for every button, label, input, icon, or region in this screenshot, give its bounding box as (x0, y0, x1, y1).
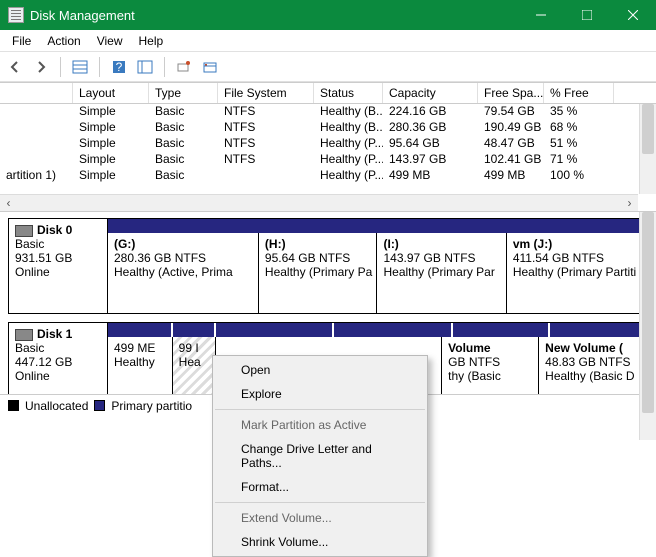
volume-row[interactable]: SimpleBasicNTFSHealthy (B...280.36 GB190… (0, 120, 656, 136)
ctx-change-letter[interactable]: Change Drive Letter and Paths... (213, 437, 427, 475)
context-menu: Open Explore Mark Partition as Active Ch… (212, 355, 428, 557)
volume-list: Layout Type File System Status Capacity … (0, 82, 656, 212)
volume-row[interactable]: SimpleBasicNTFSHealthy (P...95.64 GB48.4… (0, 136, 656, 152)
col-pct[interactable]: % Free (544, 83, 614, 103)
partition[interactable]: 99 IHea (173, 337, 216, 401)
close-button[interactable] (610, 0, 656, 30)
partition[interactable]: (G:)280.36 GB NTFSHealthy (Active, Prima (108, 233, 259, 313)
scroll-left-icon[interactable]: ‹ (0, 195, 17, 212)
legend-label-primary: Primary partitio (111, 399, 192, 413)
app-icon (8, 7, 24, 23)
menubar: File Action View Help (0, 30, 656, 52)
disk-size: 931.51 GB (15, 251, 101, 265)
volume-hscroll[interactable]: ‹ › (0, 194, 638, 211)
volume-row[interactable]: SimpleBasicNTFSHealthy (B...224.16 GB79.… (0, 104, 656, 120)
col-status[interactable]: Status (314, 83, 383, 103)
menu-help[interactable]: Help (131, 32, 172, 50)
ctx-mark-active[interactable]: Mark Partition as Active (213, 413, 427, 437)
disk-state: Online (15, 369, 101, 383)
disk-size: 447.12 GB (15, 355, 101, 369)
menu-action[interactable]: Action (39, 32, 88, 50)
partition[interactable]: VolumeGB NTFSthy (Basic (442, 337, 539, 401)
legend-swatch-primary (94, 400, 105, 411)
partition[interactable]: (H:)95.64 GB NTFSHealthy (Primary Pa (259, 233, 378, 313)
properties-icon[interactable] (199, 56, 221, 78)
menu-file[interactable]: File (4, 32, 39, 50)
col-capacity[interactable]: Capacity (383, 83, 478, 103)
col-filesystem[interactable]: File System (218, 83, 314, 103)
volume-row[interactable]: SimpleBasicNTFSHealthy (P...143.97 GB102… (0, 152, 656, 168)
disk-row-0: Disk 0 Basic 931.51 GB Online (G:)280.36… (8, 218, 648, 314)
ctx-format[interactable]: Format... (213, 475, 427, 499)
disk-type: Basic (15, 237, 101, 251)
diskpane-vscroll[interactable] (639, 212, 656, 440)
ctx-open[interactable]: Open (213, 358, 427, 382)
settings-icon[interactable] (173, 56, 195, 78)
disk-info-1[interactable]: Disk 1 Basic 447.12 GB Online (8, 322, 108, 402)
legend-label-unallocated: Unallocated (25, 399, 88, 413)
list-view-icon[interactable] (134, 56, 156, 78)
titlebar[interactable]: Disk Management (0, 0, 656, 30)
table-view-icon[interactable] (69, 56, 91, 78)
volume-row[interactable]: artition 1)SimpleBasicHealthy (P...499 M… (0, 168, 656, 184)
col-volume[interactable] (0, 83, 73, 103)
scroll-right-icon[interactable]: › (621, 195, 638, 212)
window-title: Disk Management (30, 8, 518, 23)
col-layout[interactable]: Layout (73, 83, 149, 103)
disk-title: Disk 1 (37, 327, 72, 341)
minimize-button[interactable] (518, 0, 564, 30)
disk-type: Basic (15, 341, 101, 355)
legend-swatch-unallocated (8, 400, 19, 411)
volume-vscroll[interactable] (639, 104, 656, 194)
volume-header: Layout Type File System Status Capacity … (0, 82, 656, 104)
partition[interactable]: (I:)143.97 GB NTFSHealthy (Primary Par (377, 233, 506, 313)
disk-state: Online (15, 265, 101, 279)
ctx-shrink[interactable]: Shrink Volume... (213, 530, 427, 554)
partition[interactable]: vm (J:)411.54 GB NTFSHealthy (Primary Pa… (507, 233, 647, 313)
toolbar: ? (0, 52, 656, 82)
back-button[interactable] (4, 56, 26, 78)
col-free[interactable]: Free Spa... (478, 83, 544, 103)
partition[interactable]: 499 MEHealthy (108, 337, 173, 401)
svg-text:?: ? (116, 60, 123, 74)
partition[interactable]: New Volume (48.83 GB NTFSHealthy (Basic … (539, 337, 647, 401)
maximize-button[interactable] (564, 0, 610, 30)
col-type[interactable]: Type (149, 83, 218, 103)
disk-map-0: (G:)280.36 GB NTFSHealthy (Active, Prima… (108, 218, 648, 314)
menu-view[interactable]: View (89, 32, 131, 50)
ctx-extend[interactable]: Extend Volume... (213, 506, 427, 530)
disk-icon (15, 329, 33, 341)
disk-icon (15, 225, 33, 237)
forward-button[interactable] (30, 56, 52, 78)
help-icon[interactable]: ? (108, 56, 130, 78)
disk-title: Disk 0 (37, 223, 72, 237)
ctx-explore[interactable]: Explore (213, 382, 427, 406)
disk-info-0[interactable]: Disk 0 Basic 931.51 GB Online (8, 218, 108, 314)
